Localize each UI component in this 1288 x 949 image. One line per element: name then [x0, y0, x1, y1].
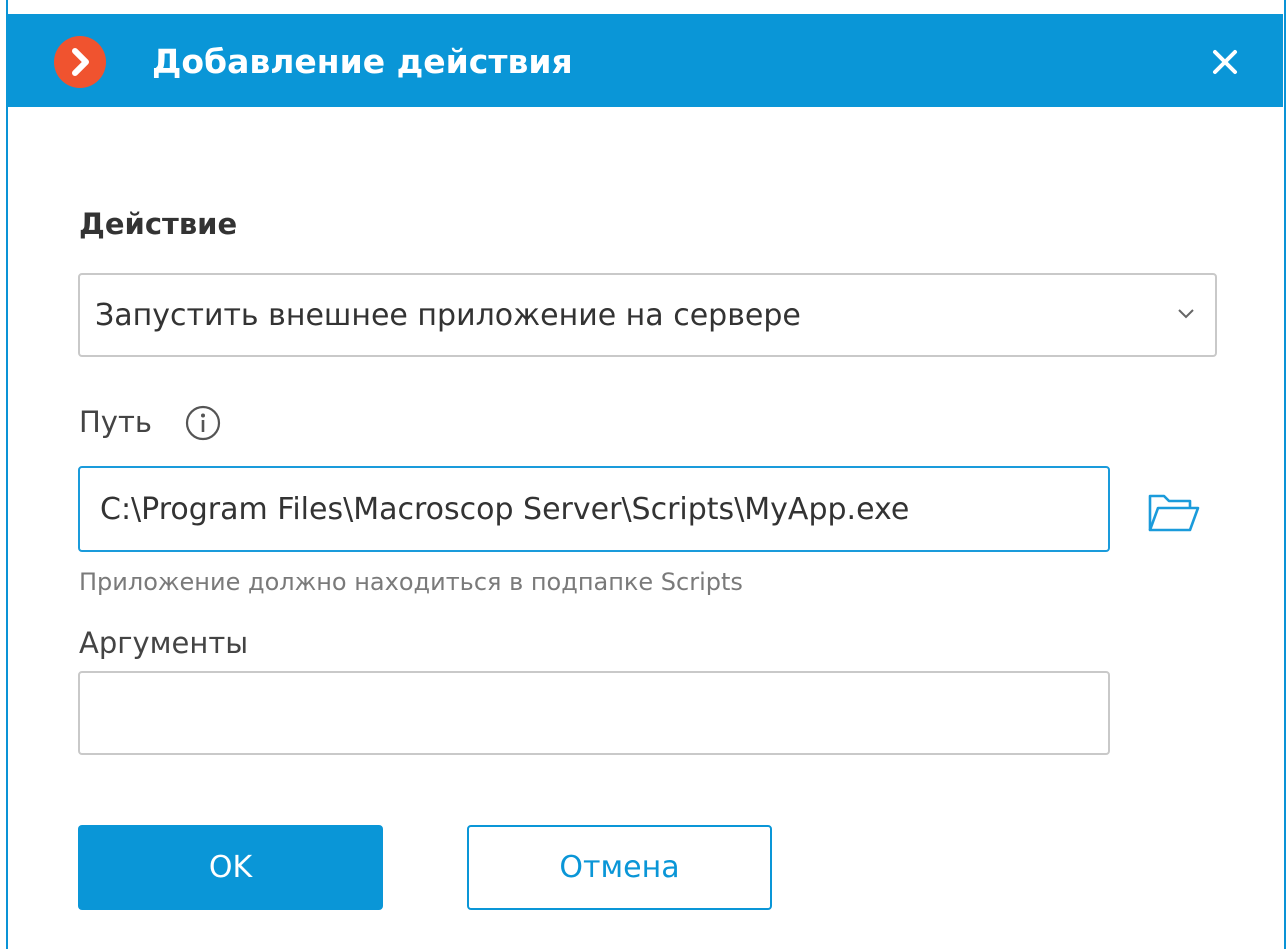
cancel-button[interactable]: Отмена: [467, 825, 772, 910]
macroscop-logo-icon: [54, 36, 106, 88]
arguments-input[interactable]: [78, 671, 1110, 755]
title-bar: Добавление действия: [6, 14, 1283, 107]
folder-open-icon: [1148, 494, 1200, 532]
path-hint: Приложение должно находиться в подпапке …: [79, 568, 743, 596]
info-icon[interactable]: [183, 403, 223, 443]
browse-folder-button[interactable]: [1146, 488, 1202, 538]
dialog-border-right: [1284, 0, 1288, 949]
action-select-value: Запустить внешнее приложение на сервере: [95, 298, 801, 333]
action-section-title: Действие: [79, 207, 238, 241]
dialog-border-left: [0, 0, 8, 949]
arguments-label: Аргументы: [79, 626, 249, 660]
path-input[interactable]: [78, 466, 1110, 552]
close-icon: [1213, 50, 1237, 74]
chevron-down-icon: [1178, 309, 1194, 319]
close-button[interactable]: [1204, 41, 1246, 83]
path-label: Путь: [79, 405, 152, 439]
dialog-title: Добавление действия: [152, 42, 573, 81]
ok-button[interactable]: OK: [78, 825, 383, 910]
add-action-dialog: Добавление действия Действие Запустить в…: [0, 0, 1288, 949]
action-select[interactable]: Запустить внешнее приложение на сервере: [78, 273, 1217, 357]
